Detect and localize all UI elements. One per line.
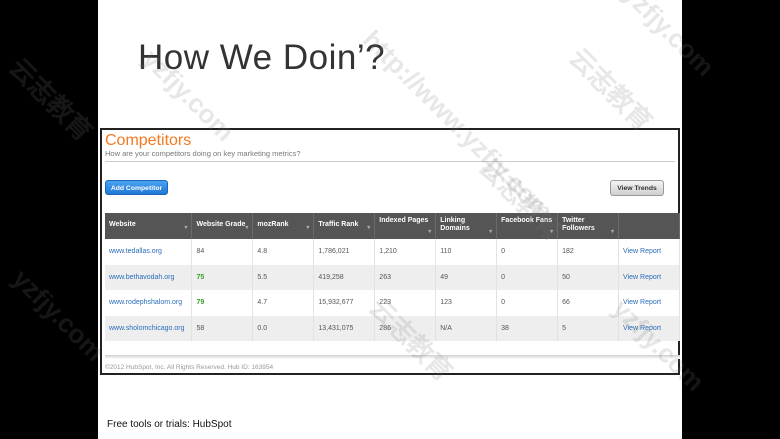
column-header-action (618, 213, 680, 239)
fans-cell: 0 (496, 239, 559, 265)
sort-icon: ▾ (611, 228, 615, 235)
mozrank-cell: 0.0 (252, 315, 315, 341)
followers-cell: 66 (557, 290, 620, 316)
mozrank-cell: 5.5 (252, 264, 315, 290)
view-report-link[interactable]: View Report (623, 274, 661, 281)
panel-subtitle: How are your competitors doing on key ma… (105, 149, 301, 158)
view-trends-button[interactable]: View Trends (610, 180, 664, 196)
column-header-traffic[interactable]: Traffic Rank ▾ (313, 213, 376, 239)
followers-cell: 5 (557, 315, 620, 341)
pages-cell: 263 (374, 264, 437, 290)
fans-cell: 0 (496, 264, 559, 290)
traffic-cell: 1,786,021 (313, 239, 376, 265)
followers-cell: 50 (557, 264, 620, 290)
add-competitor-button[interactable]: Add Competitor (105, 180, 168, 195)
grade-cell: 79 (191, 290, 254, 316)
website-link[interactable]: www.rodephshalom.org (109, 299, 182, 306)
sort-icon: ▾ (428, 228, 432, 235)
table-shadow (105, 355, 680, 359)
grade-cell: 58 (191, 315, 254, 341)
domains-cell: 123 (435, 290, 498, 316)
domains-cell: N/A (435, 315, 498, 341)
view-report-link[interactable]: View Report (623, 325, 661, 332)
column-header-pages[interactable]: Indexed Pages ▾ (374, 213, 437, 239)
fans-cell: 0 (496, 290, 559, 316)
view-report-link[interactable]: View Report (623, 299, 661, 306)
sort-icon: ▾ (306, 224, 310, 231)
copyright-footer: ©2012 HubSpot, Inc. All Rights Reserved.… (105, 364, 274, 371)
table-row: www.rodephshalom.org 79 4.7 15,932,677 2… (105, 290, 680, 316)
fans-cell: 38 (496, 315, 559, 341)
slide-title: How We Doin’? (138, 38, 386, 77)
column-header-fans[interactable]: Facebook Fans ▾ (496, 213, 559, 239)
column-header-grade[interactable]: Website Grade ▾ (191, 213, 254, 239)
table-header-row: Website ▾ Website Grade ▾ mozRank ▾ Traffic… (105, 213, 680, 239)
watermark-text: yzfjy.com (6, 263, 111, 367)
source-note: Free tools or trials: HubSpot (107, 419, 232, 430)
view-report-link[interactable]: View Report (623, 248, 661, 255)
grade-cell: 75 (191, 264, 254, 290)
grade-cell: 84 (191, 239, 254, 265)
website-link[interactable]: www.bethavodah.org (109, 274, 174, 281)
table-row: www.sholomchicago.org 58 0.0 13,431,075 … (105, 315, 680, 341)
slide: How We Doin’? Competitors How are your c… (98, 0, 682, 439)
divider (105, 161, 675, 162)
competitors-table: Website ▾ Website Grade ▾ mozRank ▾ Traffic… (105, 213, 680, 341)
column-header-mozrank[interactable]: mozRank ▾ (252, 213, 315, 239)
table-row: www.tedallas.org 84 4.8 1,786,021 1,210 … (105, 239, 680, 265)
column-header-website[interactable]: Website ▾ (105, 213, 193, 239)
sort-icon: ▾ (550, 228, 554, 235)
watermark-text: 云志教育 (3, 52, 99, 147)
traffic-cell: 15,932,677 (313, 290, 376, 316)
sort-icon: ▾ (367, 224, 371, 231)
sort-icon: ▾ (184, 224, 188, 231)
domains-cell: 49 (435, 264, 498, 290)
table-row: www.bethavodah.org 75 5.5 419,258 263 49… (105, 264, 680, 290)
website-link[interactable]: www.sholomchicago.org (109, 325, 184, 332)
pages-cell: 286 (374, 315, 437, 341)
website-link[interactable]: www.tedallas.org (109, 248, 162, 255)
mozrank-cell: 4.7 (252, 290, 315, 316)
pages-cell: 223 (374, 290, 437, 316)
followers-cell: 182 (557, 239, 620, 265)
pages-cell: 1,210 (374, 239, 437, 265)
sort-icon: ▾ (489, 228, 493, 235)
column-header-followers[interactable]: Twitter Followers ▾ (557, 213, 620, 239)
sort-icon: ▾ (245, 224, 249, 231)
mozrank-cell: 4.8 (252, 239, 315, 265)
panel-title: Competitors (105, 132, 192, 149)
column-header-domains[interactable]: Linking Domains ▾ (435, 213, 498, 239)
traffic-cell: 13,431,075 (313, 315, 376, 341)
traffic-cell: 419,258 (313, 264, 376, 290)
competitors-panel: Competitors How are your competitors doi… (100, 128, 680, 375)
domains-cell: 110 (435, 239, 498, 265)
